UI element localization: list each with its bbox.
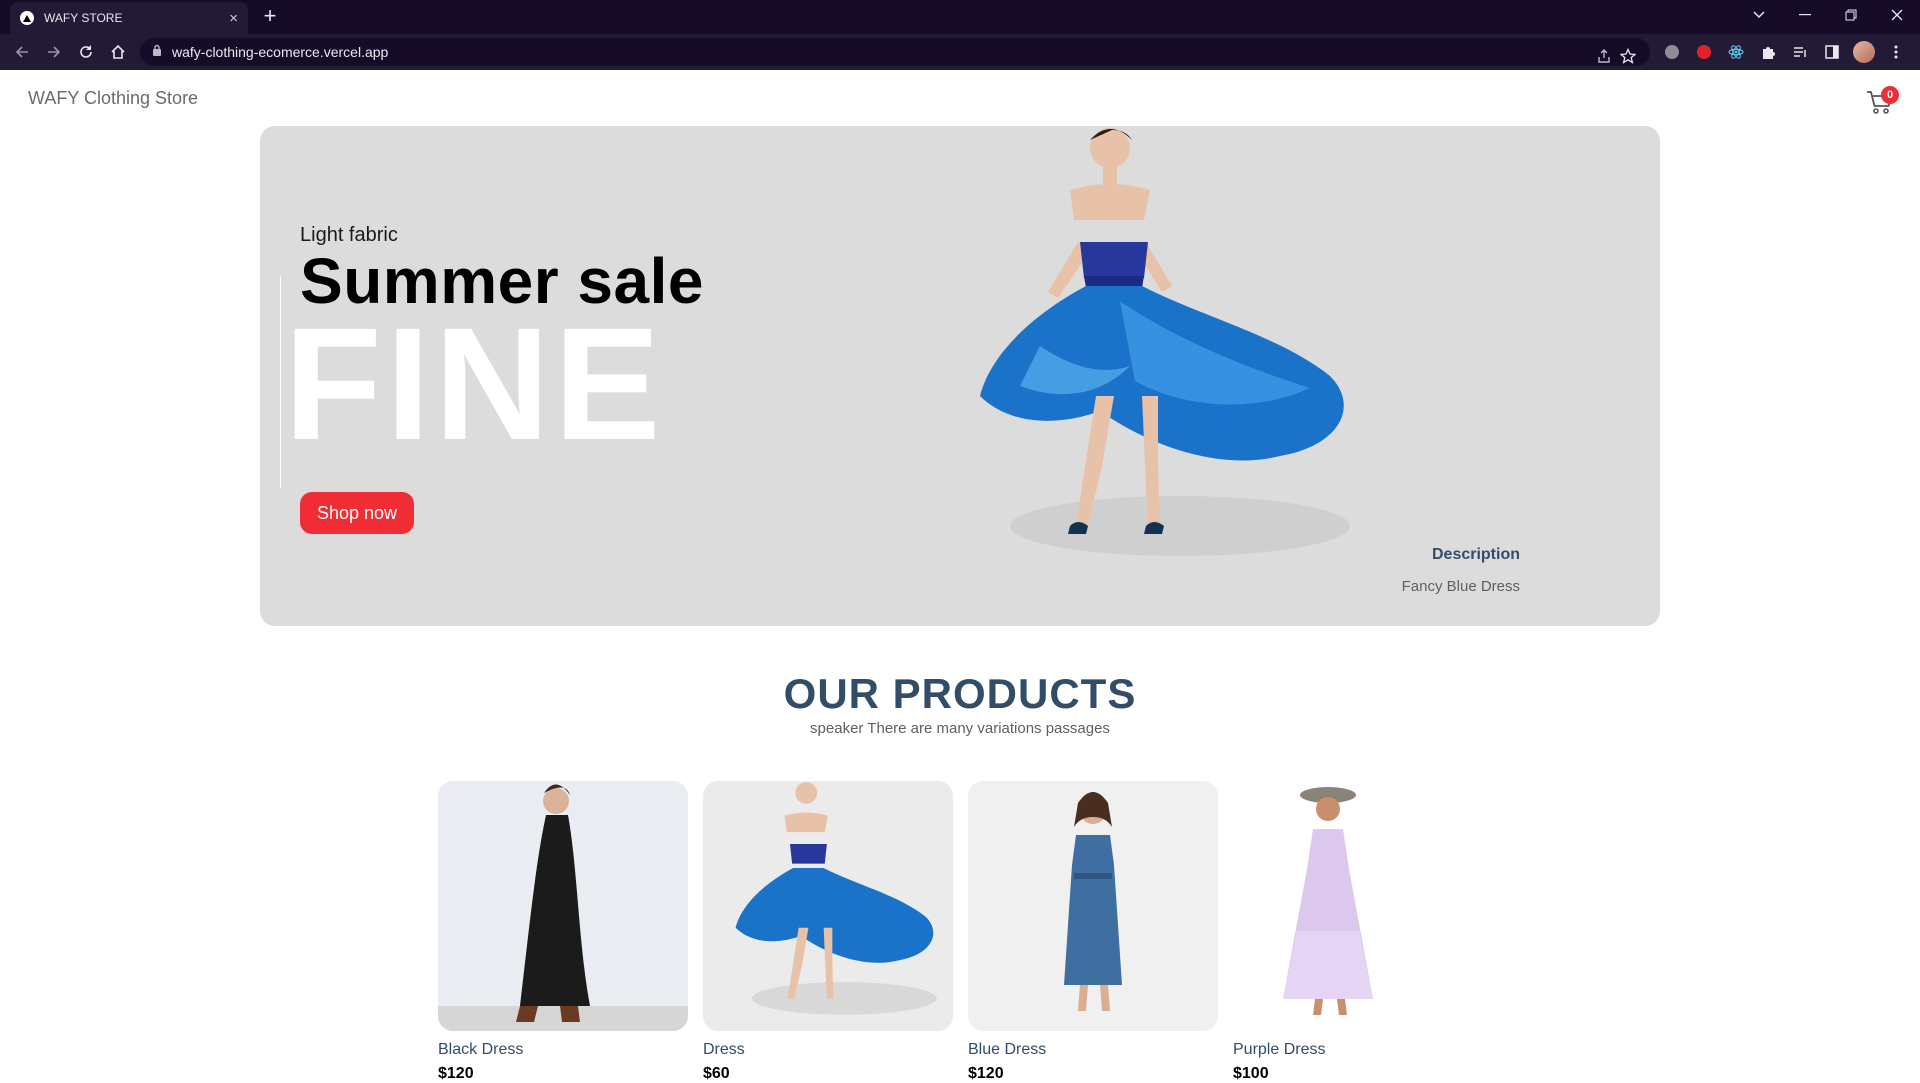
new-tab-button[interactable]: +: [258, 4, 282, 28]
url-text: wafy-clothing-ecomerce.vercel.app: [172, 44, 389, 60]
window-controls: [1736, 0, 1920, 30]
product-image[interactable]: [968, 781, 1218, 1031]
page: WAFY Clothing Store 0 Light fabric Summe…: [0, 70, 1920, 1083]
hero-description: Description Fancy Blue Dress: [1402, 546, 1520, 595]
lock-icon: [152, 43, 162, 61]
products-subheading: speaker There are many variations passag…: [810, 720, 1110, 737]
forward-arrow-icon[interactable]: [42, 40, 66, 64]
products-heading: OUR PRODUCTS: [783, 670, 1137, 717]
browser-tab-bar: WAFY STORE × +: [0, 0, 1920, 34]
product-image[interactable]: [1233, 781, 1483, 1031]
puzzle-extensions-icon[interactable]: [1756, 40, 1780, 64]
hero-divider: [280, 276, 281, 488]
extension-icons: [1660, 40, 1908, 64]
product-card[interactable]: Black Dress $120: [438, 781, 688, 1083]
back-arrow-icon[interactable]: [10, 40, 34, 64]
browser-toolbar: wafy-clothing-ecomerce.vercel.app: [0, 34, 1920, 70]
product-name: Dress: [703, 1041, 745, 1058]
hero-description-title: Description: [1431, 546, 1520, 563]
hero-large-text: FINE: [284, 294, 665, 473]
product-name: Blue Dress: [968, 1041, 1047, 1058]
hero-banner: Light fabric Summer sale FINE Shop now D…: [260, 126, 1660, 626]
address-bar[interactable]: wafy-clothing-ecomerce.vercel.app: [140, 38, 1650, 66]
product-image[interactable]: [438, 781, 688, 1031]
product-price: $120: [438, 1065, 474, 1082]
incognito-extension-icon[interactable]: [1660, 40, 1684, 64]
product-price: $100: [1233, 1065, 1269, 1082]
hand-extension-icon[interactable]: [1692, 40, 1716, 64]
tab-close-icon[interactable]: ×: [229, 10, 238, 27]
product-card[interactable]: Purple Dress $100: [1233, 781, 1483, 1083]
restore-icon[interactable]: [1828, 0, 1874, 30]
browser-tab[interactable]: WAFY STORE ×: [10, 2, 248, 34]
minimize-icon[interactable]: [1782, 0, 1828, 30]
vercel-favicon-icon: [20, 11, 34, 25]
cart-count-badge: 0: [1881, 86, 1899, 104]
reload-icon[interactable]: [74, 40, 98, 64]
menu-kebab-icon[interactable]: [1884, 40, 1908, 64]
product-image[interactable]: [703, 781, 953, 1031]
side-panel-icon[interactable]: [1820, 40, 1844, 64]
profile-avatar[interactable]: [1852, 40, 1876, 64]
react-devtools-icon[interactable]: [1724, 40, 1748, 64]
hero-description-text: Fancy Blue Dress: [1401, 578, 1520, 595]
product-name: Purple Dress: [1233, 1041, 1326, 1058]
home-icon[interactable]: [106, 40, 130, 64]
bookmark-star-icon[interactable]: [1616, 44, 1640, 68]
product-card[interactable]: Blue Dress $120: [968, 781, 1218, 1083]
product-price: $60: [703, 1065, 730, 1082]
shop-now-button[interactable]: Shop now: [300, 492, 414, 534]
tab-search-icon[interactable]: [1736, 0, 1782, 30]
product-price: $120: [968, 1065, 1004, 1082]
products-grid: Black Dress $120 Dress $60 Blue Dress $1…: [438, 781, 1498, 1083]
tab-title: WAFY STORE: [44, 11, 123, 25]
products-heading-section: OUR PRODUCTS speaker There are many vari…: [0, 670, 1920, 737]
share-icon[interactable]: [1592, 44, 1616, 68]
close-window-icon[interactable]: [1874, 0, 1920, 30]
product-name: Black Dress: [438, 1041, 524, 1058]
store-logo-link[interactable]: WAFY Clothing Store: [28, 88, 198, 109]
product-card[interactable]: Dress $60: [703, 781, 953, 1083]
hero-model-image: [980, 128, 1350, 556]
media-queue-icon[interactable]: [1788, 40, 1812, 64]
